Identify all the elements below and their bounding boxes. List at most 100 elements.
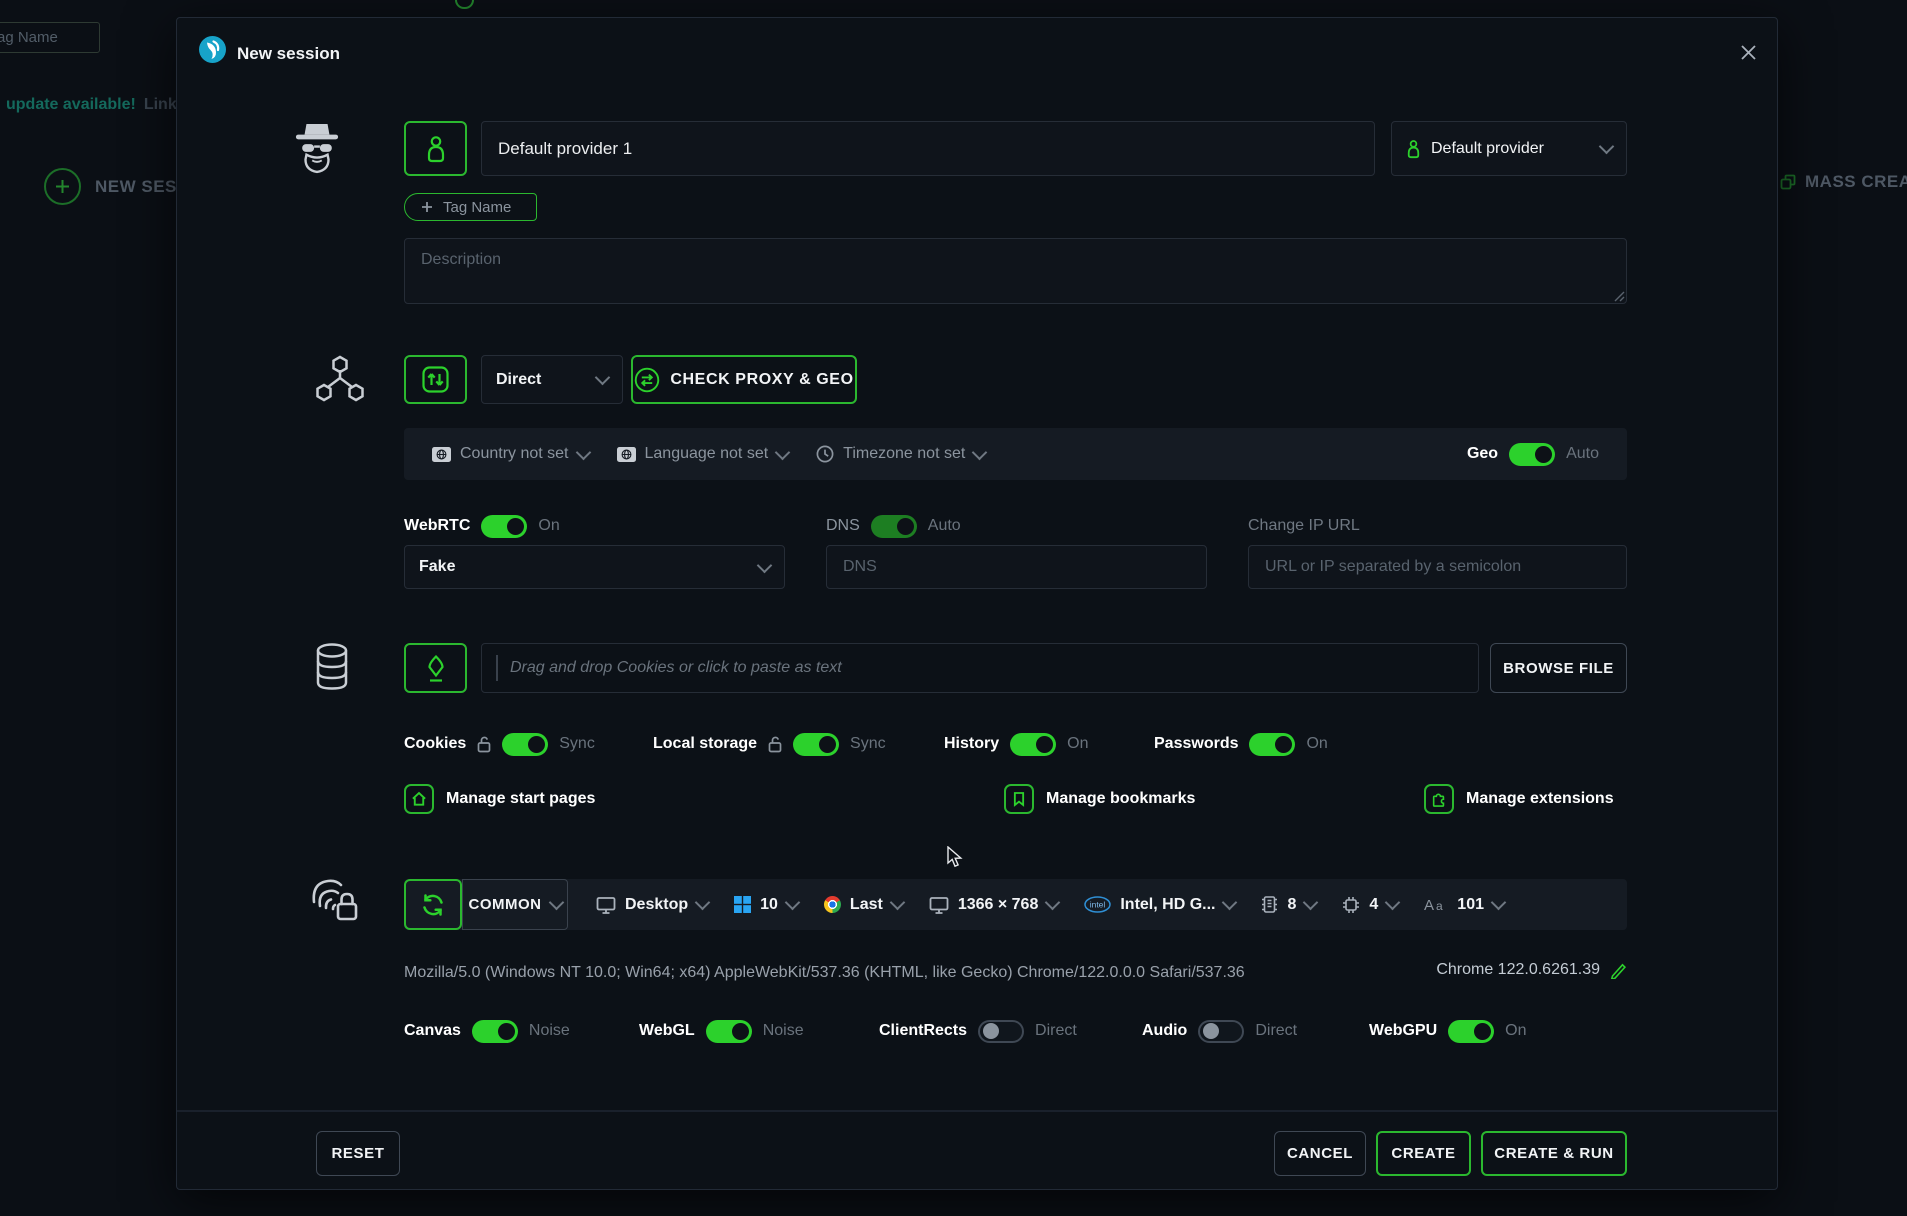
provider-dropdown[interactable]: Default provider (1391, 121, 1627, 176)
os-version-dropdown[interactable]: 10 (734, 896, 798, 914)
create-button[interactable]: CREATE (1376, 1131, 1471, 1176)
chevron-down-icon (775, 444, 791, 460)
cancel-button[interactable]: CANCEL (1274, 1131, 1366, 1176)
manage-extensions-button[interactable]: Manage extensions (1424, 784, 1614, 814)
canvas-toggle-group: Canvas Noise (404, 1018, 570, 1044)
intel-icon: intel (1084, 896, 1111, 913)
cookies-label: Cookies (404, 735, 466, 753)
webgl-toggle[interactable] (706, 1020, 752, 1043)
check-proxy-geo-button[interactable]: CHECK PROXY & GEO (631, 355, 857, 404)
mass-creation-background-button[interactable]: MASS CREATION (1780, 172, 1907, 192)
geo-toggle[interactable] (1509, 443, 1555, 466)
chevron-down-icon (1491, 895, 1507, 911)
description-textarea[interactable] (404, 238, 1627, 304)
manage-start-pages-button[interactable]: Manage start pages (404, 784, 595, 814)
language-dropdown[interactable]: Language not set (617, 445, 789, 463)
geo-label: Geo (1467, 445, 1498, 463)
clientrects-state: Direct (1035, 1022, 1077, 1040)
geo-state: Auto (1566, 445, 1599, 463)
chevron-down-icon (695, 895, 711, 911)
fingerprint-section-icon (309, 875, 361, 925)
edit-pencil-icon[interactable] (1610, 962, 1627, 979)
chevron-down-icon (1385, 895, 1401, 911)
dns-state: Auto (928, 517, 961, 535)
webrtc-mode-dropdown[interactable]: Fake (404, 545, 785, 589)
audio-toggle[interactable] (1198, 1020, 1244, 1043)
chevron-down-icon (1303, 895, 1319, 911)
mouse-cursor (946, 846, 966, 868)
resize-handle[interactable] (1614, 291, 1625, 302)
clientrects-toggle[interactable] (978, 1020, 1024, 1043)
new-session-background-button[interactable]: NEW SESS (44, 168, 189, 205)
cookie-drop-icon (424, 654, 448, 683)
check-proxy-geo-label: CHECK PROXY & GEO (670, 371, 853, 389)
canvas-state: Noise (529, 1022, 570, 1040)
user-agent-text: Mozilla/5.0 (Windows NT 10.0; Win64; x64… (404, 964, 1245, 982)
dns-toggle[interactable] (871, 515, 917, 538)
new-session-modal: New session (176, 17, 1778, 1190)
fingerprint-toolbar: COMMON Desktop 10 Last 1366 × 768 (404, 879, 1627, 930)
local-storage-toggle-group: Local storage Sync (653, 731, 886, 757)
proxy-type-button[interactable] (404, 355, 467, 404)
regenerate-fingerprint-button[interactable] (404, 879, 462, 930)
svg-text:a: a (1436, 899, 1443, 913)
manage-bookmarks-button[interactable]: Manage bookmarks (1004, 784, 1195, 814)
country-dropdown[interactable]: Country not set (432, 445, 589, 463)
gpu-dropdown[interactable]: intel Intel, HD G... (1084, 896, 1235, 914)
fonts-icon: Aa (1424, 896, 1448, 913)
create-label: CREATE (1391, 1145, 1455, 1162)
local-storage-toggle[interactable] (793, 733, 839, 756)
background-partial-icon (455, 0, 474, 9)
chevron-down-icon (1222, 895, 1238, 911)
refresh-icon (420, 892, 446, 918)
timezone-dropdown[interactable]: Timezone not set (816, 445, 985, 463)
manage-start-pages-label: Manage start pages (446, 790, 595, 808)
mass-creation-label: MASS CREATION (1805, 172, 1907, 192)
profile-type-button[interactable] (404, 121, 467, 176)
proxy-section-icon (316, 355, 364, 402)
history-label: History (944, 735, 999, 753)
history-toggle-group: History On (944, 731, 1088, 757)
new-session-background-label: NEW SESS (95, 177, 189, 197)
browse-file-button[interactable]: BROWSE FILE (1490, 643, 1627, 693)
add-tag-button[interactable]: Tag Name (404, 193, 537, 221)
swap-horizontal-icon (634, 367, 660, 393)
browser-build-group: Chrome 122.0.6261.39 (1436, 961, 1627, 979)
unlock-icon (477, 735, 491, 753)
monitor-icon (929, 896, 949, 914)
chevron-down-icon (548, 895, 564, 911)
change-ip-url-label: Change IP URL (1248, 517, 1360, 535)
webgpu-toggle-group: WebGPU On (1369, 1018, 1527, 1044)
passwords-toggle[interactable] (1249, 733, 1295, 756)
fonts-dropdown[interactable]: Aa 101 (1424, 896, 1504, 914)
resolution-dropdown[interactable]: 1366 × 768 (929, 896, 1059, 914)
update-link[interactable]: Link (144, 96, 177, 113)
ram-dropdown[interactable]: 8 (1261, 895, 1316, 914)
device-type-dropdown[interactable]: Desktop (596, 896, 708, 914)
cpu-icon (1342, 896, 1360, 914)
windows-icon (734, 896, 751, 913)
browser-version-dropdown[interactable]: Last (824, 896, 903, 914)
create-and-run-button[interactable]: CREATE & RUN (1481, 1131, 1627, 1176)
svg-text:A: A (1424, 897, 1434, 913)
cpu-dropdown[interactable]: 4 (1342, 896, 1398, 914)
history-toggle[interactable] (1010, 733, 1056, 756)
swap-vertical-icon (422, 366, 449, 393)
webrtc-toggle[interactable] (481, 515, 527, 538)
session-name-input[interactable] (481, 121, 1375, 176)
fonts-label: 101 (1457, 896, 1484, 914)
local-storage-state: Sync (850, 735, 886, 753)
chevron-down-icon (1599, 139, 1615, 155)
close-icon[interactable] (1736, 40, 1761, 65)
webgpu-toggle[interactable] (1448, 1020, 1494, 1043)
proxy-mode-dropdown[interactable]: Direct (481, 355, 623, 404)
background-tag-name-input[interactable]: ag Name (0, 22, 100, 53)
fingerprint-preset-dropdown[interactable]: COMMON (462, 879, 568, 930)
cookies-toggle[interactable] (502, 733, 548, 756)
reset-button[interactable]: RESET (316, 1131, 400, 1176)
cookies-paste-button[interactable] (404, 643, 467, 693)
cookies-drop-zone[interactable]: Drag and drop Cookies or click to paste … (481, 643, 1479, 693)
dns-input[interactable] (826, 545, 1207, 589)
change-ip-url-input[interactable] (1248, 545, 1627, 589)
canvas-toggle[interactable] (472, 1020, 518, 1043)
